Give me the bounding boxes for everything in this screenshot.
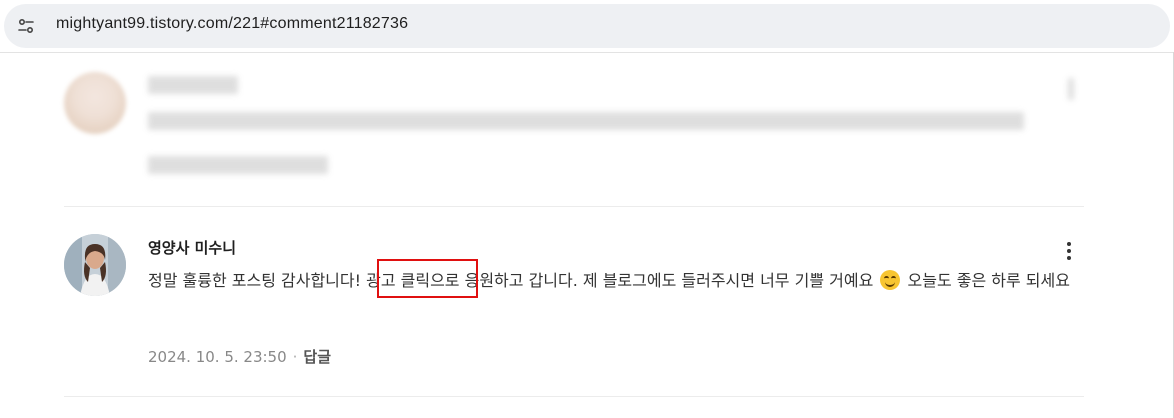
comment-date: 2024. 10. 5. 23:50	[148, 348, 287, 366]
redacted-more-icon	[1068, 78, 1074, 100]
avatar	[64, 72, 126, 134]
reply-button[interactable]: 답글	[303, 348, 331, 366]
comment-author[interactable]: 영양사 미수니	[148, 237, 236, 258]
comment-divider	[64, 396, 1084, 397]
comment-item-blurred	[64, 60, 1084, 204]
meta-separator: ·	[292, 348, 298, 366]
more-vertical-icon	[1067, 242, 1071, 246]
profile-photo-icon	[64, 234, 126, 296]
url-field[interactable]: mightyant99.tistory.com/221#comment21182…	[4, 4, 1170, 48]
annotation-highlight-box	[377, 259, 478, 298]
more-options-button[interactable]	[1058, 240, 1080, 262]
comment-item: 영양사 미수니 정말 훌륭한 포스팅 감사합니다! 광고 클릭으로 응원하고 갑…	[64, 208, 1084, 398]
browser-address-bar: mightyant99.tistory.com/221#comment21182…	[0, 0, 1174, 53]
comment-divider	[64, 206, 1084, 207]
url-text[interactable]: mightyant99.tistory.com/221#comment21182…	[56, 15, 408, 33]
redacted-author	[148, 76, 238, 94]
tune-icon	[18, 18, 34, 34]
redacted-date	[148, 156, 328, 174]
redacted-text	[148, 112, 1024, 130]
smiling-face-icon	[880, 270, 901, 290]
comment-meta: 2024. 10. 5. 23:50 · 답글	[148, 346, 331, 367]
site-info-button[interactable]	[14, 14, 38, 38]
comment-text-part: 정말 훌륭한 포스팅 감사합니다! 광고 클릭으로 응원하고 갑니다. 제 블로…	[148, 271, 874, 290]
comment-text: 정말 훌륭한 포스팅 감사합니다! 광고 클릭으로 응원하고 갑니다. 제 블로…	[148, 266, 1078, 296]
more-vertical-icon-dot	[1067, 249, 1071, 253]
more-vertical-icon-dot	[1067, 256, 1071, 260]
avatar[interactable]	[64, 234, 126, 296]
comment-text-part: 오늘도 좋은 하루 되세요	[907, 271, 1070, 290]
